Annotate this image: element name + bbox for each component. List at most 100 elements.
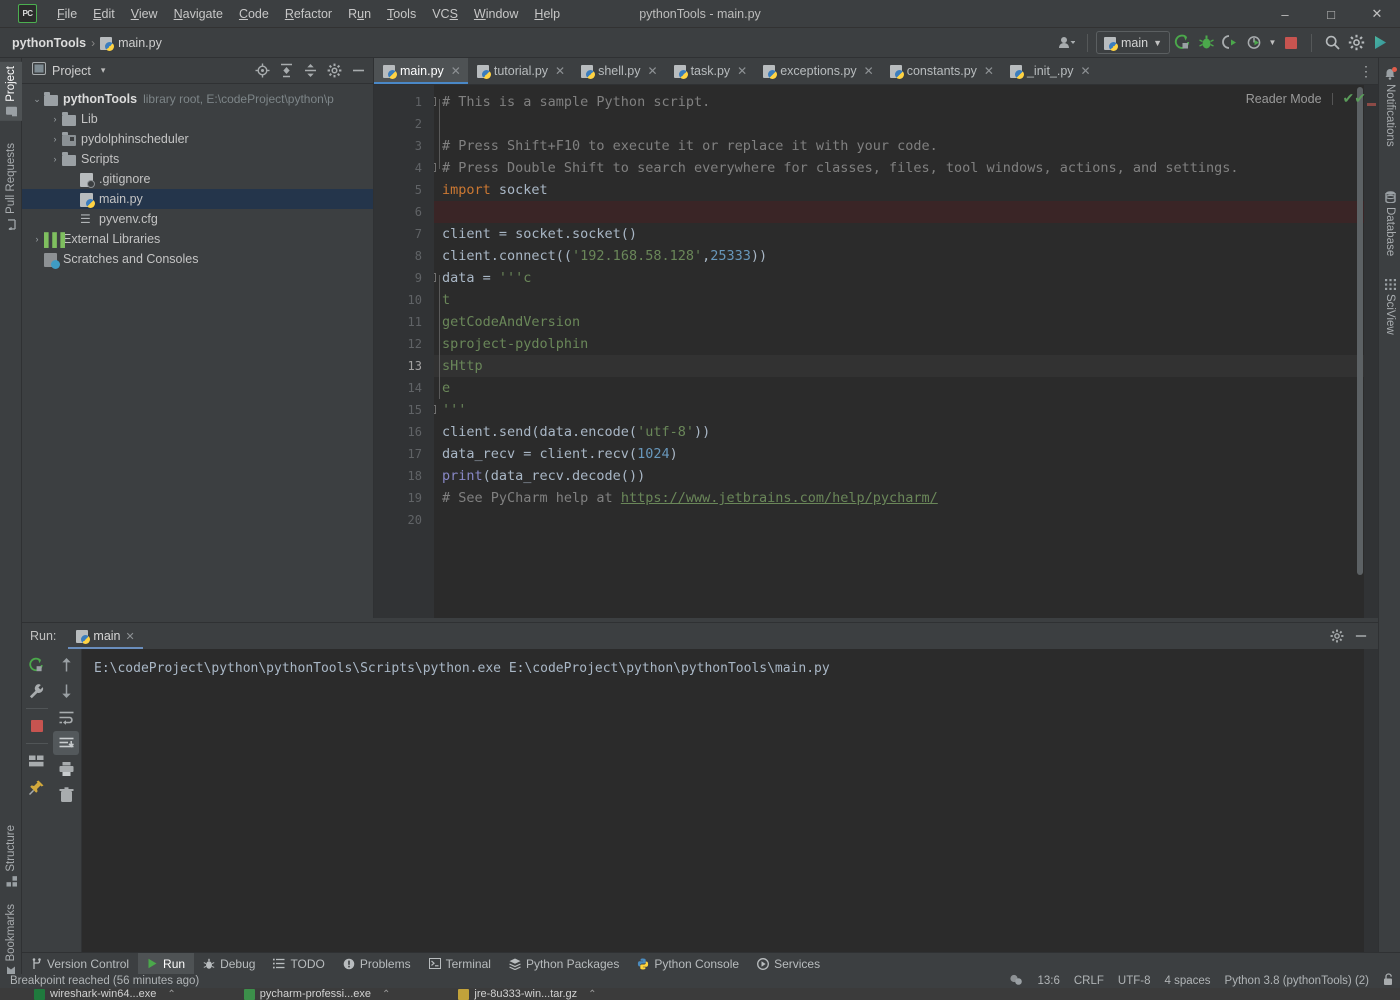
bottom-tab-version-control[interactable]: Version Control — [22, 953, 138, 975]
maximize-button[interactable]: □ — [1308, 0, 1354, 28]
bottom-tab-todo[interactable]: TODO — [264, 953, 333, 975]
menu-view[interactable]: View — [123, 4, 166, 24]
editor-gutter[interactable]: 1 2 3 4 5 6 7 8 9 10 11 12 13 14 15 16 17 18 19 20 — [374, 85, 448, 618]
gutter-line-number[interactable]: 11 — [374, 311, 434, 333]
close-icon[interactable]: ✕ — [126, 630, 135, 643]
close-icon[interactable]: ✕ — [984, 64, 994, 78]
tree-node-external-libraries[interactable]: › ▌▌▌ External Libraries — [22, 229, 373, 249]
caret-position[interactable]: 13:6 — [1037, 975, 1059, 987]
select-opened-file-icon[interactable] — [251, 61, 273, 81]
editor-vertical-scrollbar[interactable] — [1357, 87, 1363, 575]
tool-tab-notifications[interactable]: Notifications — [1379, 64, 1400, 151]
gutter-line-number[interactable]: 13 — [374, 355, 434, 377]
tree-expand-arrow-icon[interactable]: › — [48, 154, 62, 164]
bottom-tab-run[interactable]: Run — [138, 952, 195, 975]
gutter-line-number[interactable]: 2 — [374, 113, 434, 135]
editor-code-lines[interactable]: −# This is a sample Python script. # Pres… — [434, 85, 1378, 618]
download-item[interactable]: pycharm-professi...exe ⌃ — [243, 988, 390, 1000]
code-editor[interactable]: 1234567891011121314151617181920 −# This … — [374, 85, 1378, 618]
editor-tab-task-py[interactable]: task.py ✕ — [665, 58, 755, 84]
close-button[interactable]: ✕ — [1354, 0, 1400, 28]
profile-icon[interactable] — [1242, 32, 1266, 54]
gutter-line-number[interactable]: 9 — [374, 267, 434, 289]
menu-navigate[interactable]: Navigate — [166, 4, 231, 24]
tool-tab-bookmarks[interactable]: Bookmarks — [0, 900, 22, 982]
chevron-up-icon[interactable]: ⌃ — [382, 989, 390, 1000]
gutter-line-number[interactable]: 12 — [374, 333, 434, 355]
code-fold-toggle-icon[interactable]: − — [434, 163, 436, 172]
code-line[interactable]: −# This is a sample Python script. — [434, 91, 1378, 113]
search-everywhere-icon[interactable] — [1320, 32, 1344, 54]
tree-node-pyvenv-cfg[interactable]: ☰ pyvenv.cfg — [22, 209, 373, 229]
tree-node-scripts[interactable]: › Scripts — [22, 149, 373, 169]
gutter-line-number[interactable]: 16 — [374, 421, 434, 443]
gutter-line-number[interactable]: 8 — [374, 245, 434, 267]
bottom-tab-terminal[interactable]: Terminal — [420, 953, 500, 975]
tool-tab-database[interactable]: Database — [1379, 187, 1400, 260]
menu-refactor[interactable]: Refactor — [277, 4, 340, 24]
code-line[interactable] — [434, 201, 1378, 223]
run-console-output[interactable]: E:\codeProject\python\pythonTools\Script… — [82, 649, 1378, 952]
code-line[interactable]: client = socket.socket() — [434, 223, 1378, 245]
code-line[interactable]: −# Press Double Shift to search everywhe… — [434, 157, 1378, 179]
menu-code[interactable]: Code — [231, 4, 277, 24]
chevron-up-icon[interactable]: ⌃ — [167, 989, 175, 1000]
gutter-line-number[interactable]: 3 — [374, 135, 434, 157]
reader-mode-indicator[interactable]: Reader Mode ✔✔ — [1246, 90, 1366, 107]
gutter-line-number[interactable]: 7 — [374, 223, 434, 245]
tree-node-gitignore[interactable]: .gitignore — [22, 169, 373, 189]
gutter-line-number[interactable]: 1 — [374, 91, 434, 113]
line-separator[interactable]: CRLF — [1074, 975, 1104, 987]
run-session-tab[interactable]: main ✕ — [68, 626, 144, 649]
run-with-coverage-icon[interactable] — [1218, 32, 1242, 54]
inspections-widget-icon[interactable]: ✔✔ — [1343, 90, 1366, 107]
tree-node-pythontools[interactable]: ⌄ pythonTools library root, E:\codeProject… — [22, 89, 373, 109]
inspector-icon[interactable] — [1009, 974, 1023, 989]
close-icon[interactable]: ✕ — [864, 64, 874, 78]
download-item[interactable]: wireshark-win64...exe ⌃ — [34, 988, 176, 1000]
code-line[interactable]: client.send(data.encode('utf-8')) — [434, 421, 1378, 443]
gutter-line-number[interactable]: 15 — [374, 399, 434, 421]
updates-icon[interactable] — [1368, 32, 1392, 54]
breadcrumb-file[interactable]: main.py — [118, 36, 162, 50]
breadcrumb-project[interactable]: pythonTools — [12, 36, 86, 50]
code-line[interactable] — [434, 113, 1378, 135]
tree-expand-arrow-icon[interactable]: › — [48, 114, 62, 124]
menu-vcs[interactable]: VCS — [424, 4, 466, 24]
debug-icon[interactable] — [1194, 32, 1218, 54]
code-line[interactable]: sproject-pydolphin — [434, 333, 1378, 355]
tool-tab-structure[interactable]: Structure — [0, 821, 22, 891]
editor-tab-tutorial-py[interactable]: tutorial.py ✕ — [468, 58, 572, 84]
gutter-line-number[interactable]: 6 — [374, 201, 448, 223]
code-line[interactable]: # See PyCharm help at https://www.jetbra… — [434, 487, 1378, 509]
settings-icon[interactable] — [1344, 32, 1368, 54]
settings-gear-icon[interactable] — [1326, 626, 1348, 646]
code-line[interactable]: client.connect(('192.168.58.128',25333)) — [434, 245, 1378, 267]
stop-icon[interactable] — [1279, 32, 1303, 54]
code-line[interactable]: # Press Shift+F10 to execute it or repla… — [434, 135, 1378, 157]
gutter-line-number[interactable]: 17 — [374, 443, 434, 465]
up-arrow-icon[interactable] — [53, 653, 79, 677]
menu-help[interactable]: Help — [526, 4, 568, 24]
editor-tab-_init_-py[interactable]: _init_.py ✕ — [1001, 58, 1098, 84]
code-fold-toggle-icon[interactable]: − — [434, 273, 436, 282]
profile-dropdown-icon[interactable]: ▼ — [1266, 32, 1279, 54]
tree-node-lib[interactable]: › Lib — [22, 109, 373, 129]
layout-icon[interactable] — [24, 749, 50, 773]
rerun-icon[interactable] — [24, 653, 50, 677]
code-line[interactable]: −data = '''c — [434, 267, 1378, 289]
menu-window[interactable]: Window — [466, 4, 526, 24]
clear-all-icon[interactable] — [53, 783, 79, 807]
gutter-line-number[interactable]: 18 — [374, 465, 434, 487]
menu-edit[interactable]: Edit — [85, 4, 123, 24]
soft-wrap-icon[interactable] — [53, 705, 79, 729]
editor-tab-constants-py[interactable]: constants.py ✕ — [881, 58, 1001, 84]
code-line[interactable] — [434, 509, 1378, 531]
tool-tab-pull-requests[interactable]: Pull Requests — [0, 139, 22, 234]
tool-tab-project[interactable]: Project — [0, 62, 22, 121]
menu-file[interactable]: File — [49, 4, 85, 24]
bottom-tab-problems[interactable]: Problems — [334, 953, 420, 975]
menu-tools[interactable]: Tools — [379, 4, 424, 24]
editor-tabs-more-icon[interactable]: ⋮ — [1354, 58, 1378, 84]
expand-all-icon[interactable] — [275, 61, 297, 81]
